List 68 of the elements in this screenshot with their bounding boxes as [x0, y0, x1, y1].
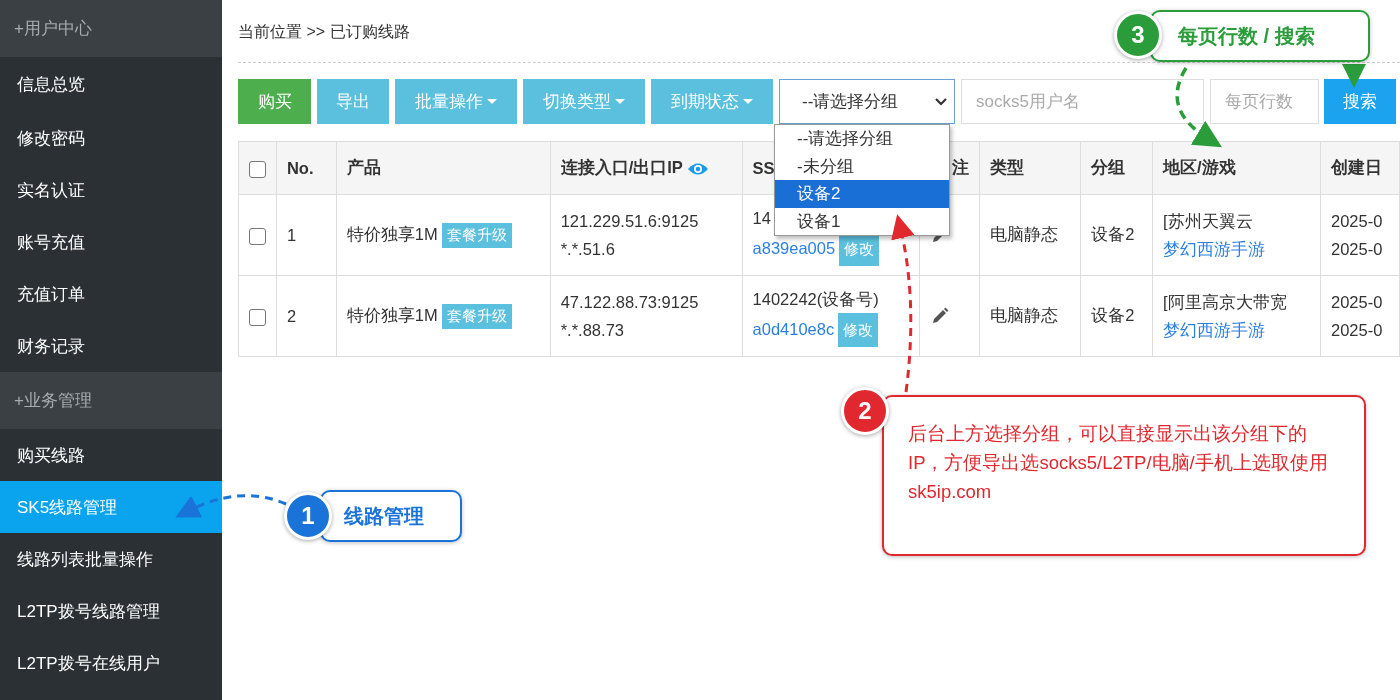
- dropdown-option[interactable]: --请选择分组: [775, 125, 949, 153]
- created-date: 2025-0: [1330, 211, 1383, 232]
- sidebar-item[interactable]: 线路列表批量操作: [0, 533, 222, 585]
- sidebar-item[interactable]: 购买线路: [0, 429, 222, 481]
- code-link[interactable]: a839ea005: [752, 239, 836, 257]
- entry-ip: 121.229.51.6:9125: [560, 211, 699, 232]
- device-id: 14: [752, 208, 771, 229]
- step-number-badge: 1: [284, 492, 332, 540]
- row-checkbox[interactable]: [249, 308, 266, 326]
- chevron-down-icon: [934, 96, 948, 107]
- sidebar-item[interactable]: 财务记录: [0, 320, 222, 372]
- select-all-checkbox[interactable]: [249, 160, 266, 178]
- step-number-badge: 3: [1114, 11, 1162, 59]
- dropdown-option[interactable]: 设备2: [775, 180, 949, 208]
- sidebar-section-header[interactable]: +用户中心: [0, 0, 222, 57]
- column-header: 连接入口/出口IP: [560, 158, 683, 176]
- caret-icon: [743, 99, 753, 104]
- group-cell: 设备2: [1091, 225, 1135, 243]
- sidebar-item[interactable]: 信息总览: [0, 57, 222, 112]
- search-button[interactable]: 搜索: [1324, 79, 1396, 124]
- exit-ip: *.*.88.73: [560, 320, 624, 341]
- region-text: [阿里高京大带宽: [1163, 292, 1287, 313]
- type-cell: 电脑静态: [990, 306, 1059, 324]
- column-header: SS: [752, 158, 775, 177]
- device-id: 1402242(设备号): [752, 289, 879, 310]
- sidebar-item[interactable]: 实名认证: [0, 164, 222, 216]
- dropdown-option[interactable]: 设备1: [775, 207, 949, 235]
- expiry-date: 2025-0: [1330, 320, 1383, 341]
- sidebar-section-header[interactable]: +业务管理: [0, 372, 222, 429]
- region-text: [苏州天翼云: [1163, 211, 1253, 232]
- column-header: 注: [952, 158, 970, 176]
- code-link[interactable]: a0d410e8c: [752, 320, 835, 338]
- column-header: 分组: [1091, 158, 1126, 176]
- breadcrumb: 当前位置 >> 已订购线路: [238, 21, 410, 42]
- entry-ip: 47.122.88.73:9125: [560, 292, 699, 313]
- game-link[interactable]: 梦幻西游手游: [1163, 316, 1266, 344]
- dropdown-option[interactable]: -未分组: [775, 152, 949, 180]
- column-header: 创建日: [1330, 158, 1382, 176]
- expiry-date: 2025-0: [1330, 239, 1383, 260]
- buy-button[interactable]: 购买: [238, 79, 311, 124]
- sidebar-item[interactable]: L2TP拨号在线用户: [0, 637, 222, 689]
- sidebar-item[interactable]: SK5线路管理: [0, 481, 222, 533]
- created-date: 2025-0: [1330, 292, 1383, 313]
- caret-icon: [487, 99, 497, 104]
- caret-icon: [615, 99, 625, 104]
- column-header: 产品: [346, 158, 381, 176]
- sidebar-item[interactable]: 账号充值: [0, 216, 222, 268]
- sidebar-item[interactable]: 充值订单: [0, 268, 222, 320]
- group-cell: 设备2: [1091, 306, 1135, 324]
- game-link[interactable]: 梦幻西游手游: [1163, 235, 1266, 263]
- exit-ip: *.*.51.6: [560, 239, 615, 260]
- type-cell: 电脑静态: [990, 225, 1059, 243]
- row-number: 2: [286, 306, 297, 325]
- product-name: 特价独享1M: [346, 224, 438, 243]
- eye-icon[interactable]: [686, 161, 709, 176]
- username-field[interactable]: socks5用户名: [961, 79, 1204, 124]
- rows-per-page-field[interactable]: 每页行数: [1210, 79, 1319, 124]
- row-number: 1: [286, 225, 297, 244]
- row-checkbox[interactable]: [249, 227, 266, 245]
- step-number-badge: 2: [841, 387, 889, 435]
- product-name: 特价独享1M: [346, 305, 438, 324]
- column-header: 类型: [990, 158, 1025, 176]
- column-header: 地区/游戏: [1163, 158, 1236, 176]
- sidebar-item[interactable]: L2TP拨号线路管理: [0, 585, 222, 637]
- column-header: No.: [286, 158, 314, 177]
- group-select[interactable]: --请选择分组: [779, 79, 955, 124]
- sidebar-item[interactable]: 修改密码: [0, 112, 222, 164]
- dashed-arrow: [1342, 64, 1366, 88]
